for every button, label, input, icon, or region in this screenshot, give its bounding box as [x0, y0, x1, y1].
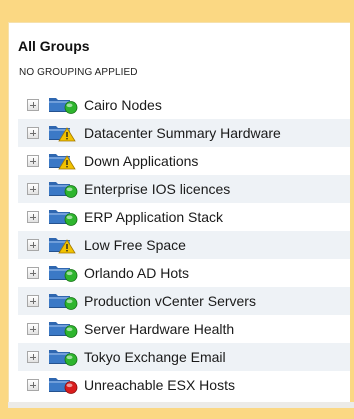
folder-warning-icon [47, 123, 79, 143]
group-tree: Cairo Nodes Datacenter Summary Hardware … [18, 91, 350, 399]
folder-up-icon [47, 347, 79, 367]
group-row[interactable]: Orlando AD Hots [18, 259, 350, 287]
group-label[interactable]: Unreachable ESX Hosts [84, 377, 235, 393]
group-label[interactable]: Production vCenter Servers [84, 293, 256, 309]
group-row[interactable]: ERP Application Stack [18, 203, 350, 231]
expand-icon[interactable] [27, 239, 39, 251]
group-row[interactable]: Enterprise IOS licences [18, 175, 350, 203]
folder-warning-icon [47, 151, 79, 171]
group-row[interactable]: Datacenter Summary Hardware [18, 119, 350, 147]
expand-icon[interactable] [27, 379, 39, 391]
group-row[interactable]: Tokyo Exchange Email [18, 343, 350, 371]
expand-icon[interactable] [27, 183, 39, 195]
expand-icon[interactable] [27, 295, 39, 307]
expand-icon[interactable] [27, 127, 39, 139]
expand-icon[interactable] [27, 211, 39, 223]
group-row[interactable]: Production vCenter Servers [18, 287, 350, 315]
group-label[interactable]: Tokyo Exchange Email [84, 349, 226, 365]
group-label[interactable]: Low Free Space [84, 237, 186, 253]
group-row[interactable]: Unreachable ESX Hosts [18, 371, 350, 399]
folder-up-icon [47, 291, 79, 311]
folder-up-icon [47, 263, 79, 283]
group-row[interactable]: Server Hardware Health [18, 315, 350, 343]
expand-icon[interactable] [27, 323, 39, 335]
expand-icon[interactable] [27, 99, 39, 111]
folder-down-icon [47, 375, 79, 395]
expand-icon[interactable] [27, 267, 39, 279]
group-label[interactable]: Down Applications [84, 153, 198, 169]
folder-up-icon [47, 207, 79, 227]
group-label[interactable]: Datacenter Summary Hardware [84, 125, 281, 141]
group-row[interactable]: Low Free Space [18, 231, 350, 259]
expand-icon[interactable] [27, 155, 39, 167]
folder-up-icon [47, 319, 79, 339]
panel-bottom-border [8, 402, 354, 408]
folder-warning-icon [47, 235, 79, 255]
group-label[interactable]: ERP Application Stack [84, 209, 223, 225]
grouping-status: NO GROUPING APPLIED [19, 67, 138, 78]
folder-up-icon [47, 95, 79, 115]
expand-icon[interactable] [27, 351, 39, 363]
group-label[interactable]: Orlando AD Hots [84, 265, 189, 281]
group-row[interactable]: Cairo Nodes [18, 91, 350, 119]
folder-up-icon [47, 179, 79, 199]
group-label[interactable]: Server Hardware Health [84, 321, 234, 337]
group-row[interactable]: Down Applications [18, 147, 350, 175]
panel-title: All Groups [18, 38, 90, 54]
group-label[interactable]: Cairo Nodes [84, 97, 162, 113]
group-label[interactable]: Enterprise IOS licences [84, 181, 230, 197]
